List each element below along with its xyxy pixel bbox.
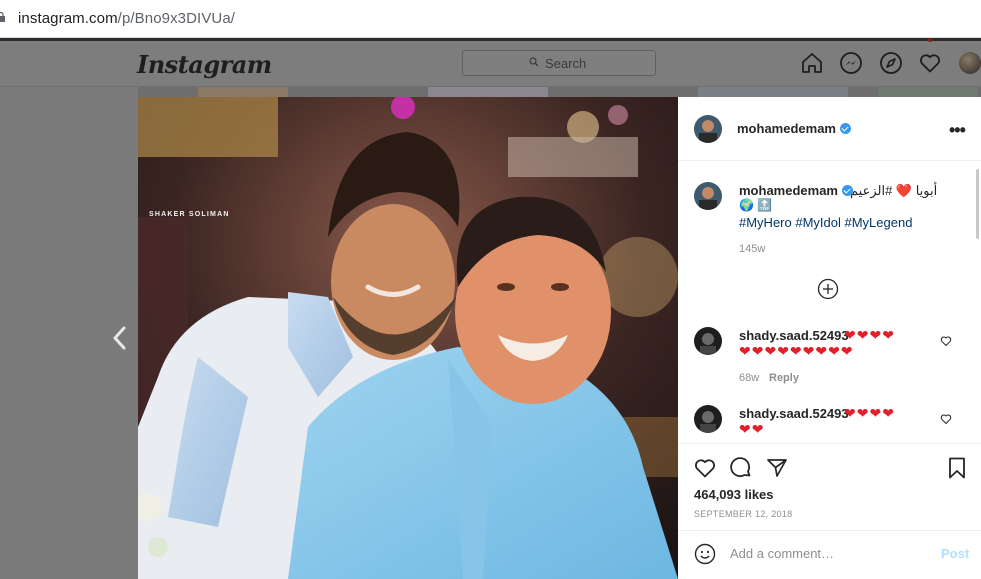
messenger-icon[interactable] [839, 51, 863, 75]
comment-hearts-line2: ❤❤❤❤❤❤❤❤❤ [739, 343, 854, 359]
comment-avatar[interactable] [694, 327, 722, 355]
search-icon [529, 57, 539, 67]
comment-time[interactable]: 68w [739, 372, 759, 384]
url-host: instagram.com [18, 10, 118, 27]
activity-heart-icon[interactable] [918, 51, 942, 75]
comment-hearts-line1: ❤❤❤❤ [844, 327, 895, 343]
like-comment-heart-icon[interactable] [940, 413, 952, 425]
post-comment-button[interactable]: Post [941, 546, 969, 561]
save-bookmark-icon[interactable] [945, 456, 969, 480]
caption-avatar[interactable] [694, 182, 722, 210]
comments-scrollbar[interactable] [976, 169, 979, 239]
browser-address-bar[interactable]: instagram.com/p/Bno9x3DIVUa/ [0, 0, 981, 38]
comment-username[interactable]: shady.saad.52493 [739, 328, 849, 343]
author-username[interactable]: mohamedemam [737, 121, 851, 136]
caption-username[interactable]: mohamedemam [739, 183, 853, 198]
photo-illustration [138, 97, 678, 579]
instagram-logo[interactable]: Instagram [137, 50, 272, 79]
caption-hashtags[interactable]: #MyHero #MyIdol #MyLegend [739, 215, 912, 230]
more-options-icon[interactable]: ••• [949, 120, 966, 141]
share-send-icon[interactable] [765, 456, 789, 480]
post-author-header: mohamedemam ••• [678, 97, 981, 161]
search-input[interactable]: Search [462, 50, 656, 76]
lock-icon [0, 12, 5, 22]
caption-time[interactable]: 145w [739, 243, 765, 255]
post-details-panel: mohamedemam ••• mohamedemam أبويا ❤️ #ال… [678, 97, 981, 579]
load-more-comments-icon[interactable] [817, 278, 839, 300]
caption-emojis: 🌍 🔝 [739, 198, 773, 212]
comment-input[interactable]: Add a comment… [730, 546, 834, 561]
notification-dot [928, 38, 932, 42]
like-heart-icon[interactable] [693, 456, 717, 480]
likes-count[interactable]: 464,093 likes [694, 487, 774, 502]
search-placeholder: Search [545, 56, 587, 71]
emoji-smile-icon[interactable] [694, 543, 716, 565]
background-feed-strip [138, 87, 981, 97]
add-comment-section: Add a comment… Post [678, 530, 981, 579]
profile-avatar[interactable] [959, 52, 981, 74]
comment-bubble-icon[interactable] [729, 456, 753, 480]
comment-username[interactable]: shady.saad.52493 [739, 406, 849, 421]
like-comment-heart-icon[interactable] [940, 335, 952, 347]
author-avatar[interactable] [694, 115, 722, 143]
verified-badge-icon [839, 123, 851, 134]
previous-post-arrow-icon[interactable] [112, 326, 128, 350]
url-path: /p/Bno9x3DIVUa/ [117, 10, 236, 27]
url-text[interactable]: instagram.com/p/Bno9x3DIVUa/ [18, 10, 235, 27]
comment-hearts-line2: ❤❤ [739, 421, 765, 437]
instagram-header: Instagram Search [0, 41, 981, 87]
photo-watermark: SHAKER SOLIMAN [149, 211, 230, 218]
explore-compass-icon[interactable] [879, 51, 903, 75]
post-date: SEPTEMBER 12, 2018 [694, 509, 793, 519]
home-icon[interactable] [800, 51, 824, 75]
reply-button[interactable]: Reply [769, 372, 799, 384]
comment-hearts-line1: ❤❤❤❤ [844, 405, 895, 421]
post-actions: 464,093 likes SEPTEMBER 12, 2018 [678, 443, 981, 531]
post-photo[interactable]: SHAKER SOLIMAN [138, 97, 678, 579]
comment-avatar[interactable] [694, 405, 722, 433]
caption-arabic-text: أبويا ❤️ #الزعيم [850, 183, 938, 198]
